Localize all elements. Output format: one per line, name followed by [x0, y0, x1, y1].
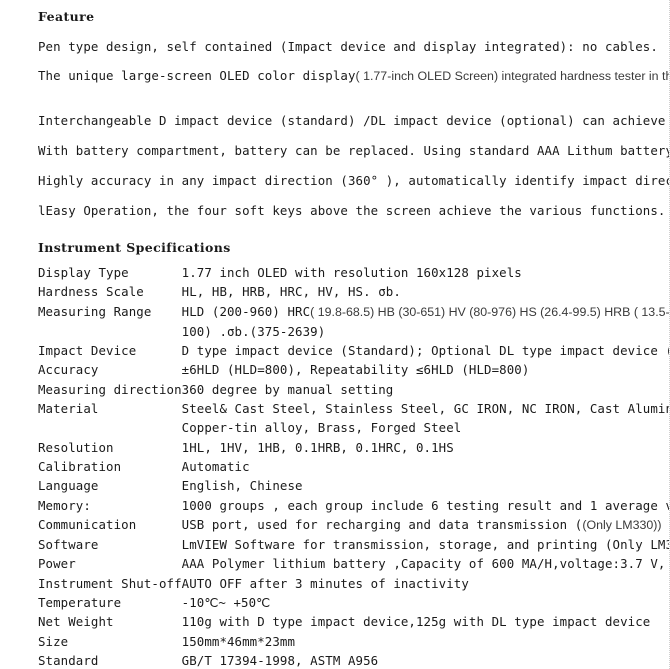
- spec-value: D type impact device (Standard); Optiona…: [181, 341, 669, 360]
- spec-row: Calibration Automatic: [38, 457, 669, 476]
- spec-value-text: HLD (200-960) HRC: [181, 303, 311, 319]
- spec-label: Resolution: [38, 439, 114, 455]
- spec-label: Software: [38, 537, 99, 553]
- spec-value-text: ±6HLD (HLD=800), Repeatability ≤6HLD (HL…: [181, 362, 530, 378]
- spec-value-text: 150mm*46mm*23mm: [181, 633, 296, 649]
- spec-value: HLD (200-960) HRC( 19.8-68.5) HB (30-651…: [181, 302, 670, 342]
- spec-value-text: 360 degree by manual setting: [181, 381, 394, 397]
- spec-label: Power: [38, 556, 76, 572]
- spec-label: Hardness Scale: [38, 284, 144, 300]
- spec-row: Memory: 1000 groups , each group include …: [38, 496, 669, 515]
- spec-value-text: USB port, used for recharging and data t…: [181, 516, 583, 532]
- spec-value: 110g with D type impact device,125g with…: [181, 612, 669, 631]
- spec-value: Automatic: [181, 457, 669, 476]
- spec-value-text-secondary: ( 19.8-68.5) HB (30-651) HV (80-976) HS …: [310, 304, 670, 319]
- spec-value-text: -10℃~ +50℃: [181, 595, 271, 611]
- spec-value: USB port, used for recharging and data t…: [181, 515, 669, 535]
- spec-row: Measuring Range HLD (200-960) HRC( 19.8-6…: [38, 302, 670, 342]
- spec-value: 360 degree by manual setting: [181, 380, 669, 399]
- spec-value-text: 110g with D type impact device,125g with…: [181, 614, 651, 630]
- feature-text-secondary: ( 1.77-inch OLED Screen) integrated hard…: [355, 69, 669, 83]
- spec-value: HL, HB, HRB, HRC, HV, HS. σb.: [181, 282, 669, 301]
- spec-value: English, Chinese: [181, 476, 669, 495]
- spec-row: Accuracy ±6HLD (HLD=800), Repeatability ≤…: [38, 360, 669, 379]
- specifications-table: Display Type 1.77 inch OLED with resoluti…: [38, 263, 670, 669]
- feature-paragraph: With battery compartment, battery can be…: [38, 143, 670, 158]
- spec-value: 1HL, 1HV, 1HB, 0.1HRB, 0.1HRC, 0.1HS: [181, 438, 669, 457]
- specifications-heading: Instrument Specifications: [38, 240, 231, 255]
- spec-value: 1000 groups , each group include 6 testi…: [181, 496, 669, 515]
- spec-row: Temperature -10℃~ +50℃: [38, 593, 669, 612]
- spec-row: Material Steel& Cast Steel, Stainless Ste…: [38, 399, 669, 438]
- spec-row: Software LmVIEW Software for transmission…: [38, 535, 670, 554]
- spec-label: Material: [38, 401, 99, 417]
- spec-value-text: AAA Polymer lithium battery ,Capacity of…: [181, 556, 669, 572]
- spec-label: Communication: [38, 516, 137, 532]
- spec-value-text: 1.77 inch OLED with resolution 160x128 p…: [181, 265, 522, 280]
- spec-value: AAA Polymer lithium battery ,Capacity of…: [181, 554, 669, 573]
- spec-label: Calibration: [38, 458, 122, 474]
- feature-paragraph: Pen type design, self contained (Impact …: [38, 39, 658, 54]
- feature-paragraph: lEasy Operation, the four soft keys abov…: [38, 203, 666, 218]
- spec-value-text: English, Chinese: [181, 478, 303, 494]
- spec-value-text: LmVIEW Software for transmission, storag…: [181, 537, 670, 553]
- spec-label: Display Type: [38, 265, 129, 280]
- spec-row: Display Type 1.77 inch OLED with resoluti…: [38, 263, 669, 282]
- spec-value-text-secondary: (Only LM330)): [582, 517, 662, 532]
- spec-row: Resolution 1HL, 1HV, 1HB, 0.1HRB, 0.1HRC,…: [38, 438, 669, 457]
- spec-label: Impact Device: [38, 343, 137, 359]
- spec-value-text: D type impact device (Standard); Optiona…: [181, 343, 669, 359]
- feature-paragraph: Interchangeable D impact device (standar…: [38, 113, 669, 128]
- spec-label: Memory:: [38, 497, 91, 513]
- spec-value-text: Steel& Cast Steel, Stainless Steel, GC I…: [181, 401, 669, 417]
- spec-row: Standard GB/T 17394-1998, ASTM A956: [38, 651, 669, 669]
- spec-value-text: 1000 groups , each group include 6 testi…: [181, 497, 669, 513]
- spec-label: Instrument Shut-off: [38, 575, 182, 591]
- document-page: Feature Pen type design, self contained …: [0, 0, 670, 669]
- spec-row: Language English, Chinese: [38, 476, 669, 495]
- spec-label: Measuring direction: [38, 381, 182, 397]
- spec-row: Hardness Scale HL, HB, HRB, HRC, HV, HS. …: [38, 282, 669, 301]
- spec-row: Instrument Shut-off AUTO OFF after 3 minu…: [38, 574, 669, 593]
- spec-label: Measuring Range: [38, 303, 152, 319]
- spec-value-text: AUTO OFF after 3 minutes of inactivity: [181, 575, 469, 591]
- spec-row: Power AAA Polymer lithium battery ,Capaci…: [38, 554, 669, 573]
- feature-text-primary: The unique large-screen OLED color displ…: [38, 68, 356, 83]
- spec-value-continuation: Copper-tin alloy, Brass, Forged Steel: [181, 420, 462, 436]
- spec-row: Size 150mm*46mm*23mm: [38, 632, 669, 651]
- document-content: Feature Pen type design, self contained …: [38, 0, 670, 669]
- spec-value: LmVIEW Software for transmission, storag…: [181, 535, 670, 554]
- spec-row: Measuring direction 360 degree by manual …: [38, 380, 669, 399]
- spec-value: ±6HLD (HLD=800), Repeatability ≤6HLD (HL…: [181, 360, 669, 379]
- spec-label: Standard: [38, 652, 99, 668]
- spec-value: Steel& Cast Steel, Stainless Steel, GC I…: [181, 399, 669, 438]
- spec-row: Impact Device D type impact device (Stand…: [38, 341, 669, 360]
- spec-value-text: 1HL, 1HV, 1HB, 0.1HRB, 0.1HRC, 0.1HS: [181, 439, 454, 455]
- spec-row: Net Weight 110g with D type impact device…: [38, 612, 669, 631]
- spec-value-continuation: 100) .σb.(375-2639): [181, 323, 326, 339]
- spec-value-text: HL, HB, HRB, HRC, HV, HS. σb.: [181, 284, 401, 300]
- feature-heading: Feature: [38, 9, 95, 24]
- spec-label: Net Weight: [38, 614, 114, 630]
- spec-row: Communication USB port, used for rechargi…: [38, 515, 669, 535]
- spec-label: Language: [38, 478, 99, 494]
- feature-paragraph: The unique large-screen OLED color displ…: [38, 54, 669, 84]
- spec-label: Temperature: [38, 595, 122, 611]
- spec-value: 150mm*46mm*23mm: [181, 632, 669, 651]
- spec-label: Size: [38, 633, 69, 649]
- spec-value: GB/T 17394-1998, ASTM A956: [181, 651, 669, 669]
- spec-value-text: Automatic: [181, 458, 250, 474]
- spec-value: AUTO OFF after 3 minutes of inactivity: [181, 574, 669, 593]
- spec-label: Accuracy: [38, 362, 99, 378]
- spec-value: 1.77 inch OLED with resolution 160x128 p…: [181, 263, 669, 282]
- feature-paragraph: Highly accuracy in any impact direction …: [38, 173, 669, 188]
- spec-value: -10℃~ +50℃: [181, 593, 669, 612]
- spec-value-text: GB/T 17394-1998, ASTM A956: [181, 652, 379, 668]
